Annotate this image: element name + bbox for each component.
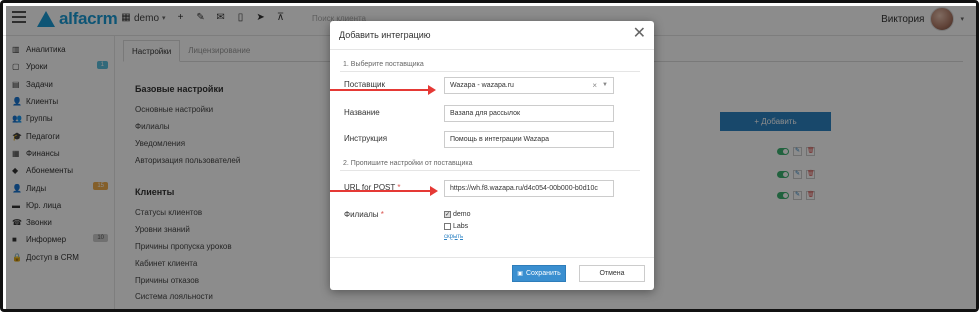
name-field[interactable]: Вазапа для рассылок bbox=[444, 105, 614, 122]
branch-option-label: Labs bbox=[453, 223, 469, 230]
cancel-button[interactable]: Отмена bbox=[579, 265, 645, 282]
provider-label: Поставщик bbox=[344, 80, 386, 89]
add-integration-modal: Добавить интеграцию ✕ 1. Выберите постав… bbox=[330, 21, 654, 290]
required-marker: * bbox=[380, 210, 384, 219]
name-label: Название bbox=[344, 108, 380, 117]
save-button[interactable]: ▣ Сохранить bbox=[512, 265, 566, 282]
branches-label: Филиалы * bbox=[344, 210, 384, 219]
modal-footer: ▣ Сохранить Отмена bbox=[330, 257, 654, 290]
modal-title: Добавить интеграцию bbox=[339, 30, 431, 40]
app-window: alfacrm ▦ demo ▾ + ✎ ✉ ▯ ➤ ⊼ Поиск клиен… bbox=[0, 0, 979, 312]
provider-select[interactable]: Wazapa - wazapa.ru × ▼ bbox=[444, 77, 614, 94]
branch-checkbox-demo[interactable]: ✓ demo bbox=[444, 211, 471, 218]
checkbox-checked-icon[interactable]: ✓ bbox=[444, 211, 451, 218]
clear-icon[interactable]: × bbox=[592, 81, 597, 90]
checkbox-unchecked-icon[interactable] bbox=[444, 223, 451, 230]
divider bbox=[340, 170, 640, 171]
instruction-field[interactable]: Помощь в интеграции Wazapa bbox=[444, 131, 614, 148]
save-label: Сохранить bbox=[525, 270, 561, 277]
annotation-arrow bbox=[330, 186, 438, 196]
provider-value: Wazapa - wazapa.ru bbox=[450, 82, 514, 89]
instruction-label: Инструкция bbox=[344, 134, 388, 143]
url-field[interactable]: https://wh.f8.wazapa.ru/d4c054-00b000-b0… bbox=[444, 180, 614, 197]
step-1-title: 1. Выберите поставщика bbox=[343, 61, 424, 68]
close-icon[interactable]: ✕ bbox=[633, 25, 646, 43]
chevron-down-icon: ▼ bbox=[602, 82, 608, 88]
step-2-title: 2. Пропишите настройки от поставщика bbox=[343, 160, 473, 167]
branches-label-text: Филиалы bbox=[344, 210, 379, 219]
annotation-arrow bbox=[330, 85, 436, 95]
branch-checkbox-labs[interactable]: Labs bbox=[444, 223, 468, 230]
save-icon: ▣ bbox=[517, 271, 523, 277]
hide-link[interactable]: скрыть bbox=[444, 234, 463, 240]
modal-header: Добавить интеграцию ✕ bbox=[330, 21, 654, 50]
divider bbox=[340, 71, 640, 72]
branch-option-label: demo bbox=[453, 211, 471, 218]
